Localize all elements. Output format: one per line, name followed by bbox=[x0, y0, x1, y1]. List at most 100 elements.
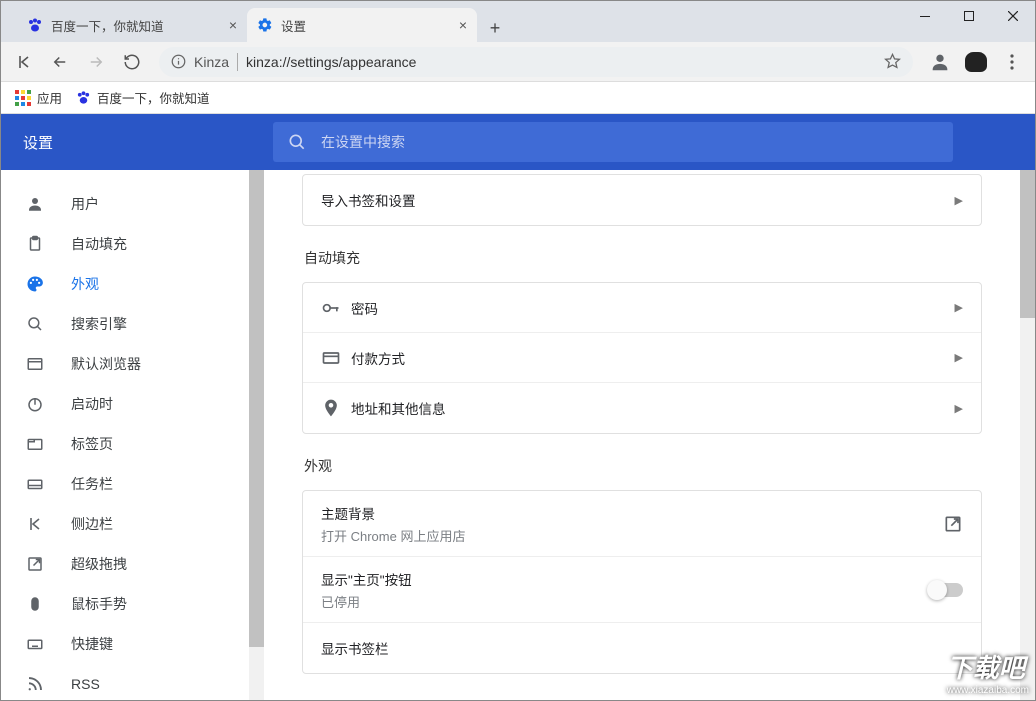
tab-title: 设置 bbox=[281, 16, 306, 35]
card-icon bbox=[321, 348, 351, 368]
sidebar-label: 外观 bbox=[71, 274, 99, 294]
row-address[interactable]: 地址和其他信息 ▶ bbox=[303, 383, 981, 433]
sidebar-label: 自动填充 bbox=[71, 234, 127, 254]
settings-search-input[interactable] bbox=[321, 134, 939, 150]
close-button[interactable] bbox=[991, 1, 1035, 31]
sidebar-label: 任务栏 bbox=[71, 474, 113, 494]
section-title-autofill: 自动填充 bbox=[304, 248, 982, 268]
baidu-paw-icon bbox=[27, 17, 43, 33]
close-icon[interactable]: × bbox=[459, 17, 467, 33]
profile-avatar[interactable] bbox=[925, 47, 955, 77]
reload-button[interactable] bbox=[117, 47, 147, 77]
baidu-paw-icon bbox=[76, 90, 91, 105]
sidebar-label: 默认浏览器 bbox=[71, 354, 141, 374]
key-icon bbox=[321, 298, 351, 318]
row-label: 密码 bbox=[351, 298, 378, 318]
apps-shortcut[interactable]: 应用 bbox=[15, 88, 62, 107]
section-title-appearance: 外观 bbox=[304, 456, 982, 476]
bookmarks-bar: 应用 百度一下，你就知道 bbox=[1, 82, 1035, 114]
tab-settings[interactable]: 设置 × bbox=[247, 8, 477, 42]
sidebar-label: 快捷键 bbox=[71, 634, 113, 654]
content-scrollbar[interactable] bbox=[1020, 170, 1035, 700]
sidebar-label: 启动时 bbox=[71, 394, 113, 414]
tab-baidu[interactable]: 百度一下，你就知道 × bbox=[17, 8, 247, 42]
sidebar-item-tabs[interactable]: 标签页 bbox=[1, 424, 249, 464]
sidebar-item-sidebar[interactable]: 侧边栏 bbox=[1, 504, 249, 544]
row-home-button[interactable]: 显示"主页"按钮 已停用 bbox=[303, 557, 981, 623]
person-icon bbox=[25, 195, 45, 213]
sidebar-label: 标签页 bbox=[71, 434, 113, 454]
sidebar-item-search[interactable]: 搜索引擎 bbox=[1, 304, 249, 344]
sidebar-item-rss[interactable]: RSS bbox=[1, 664, 249, 700]
tab-title: 百度一下，你就知道 bbox=[51, 16, 164, 35]
left-arrow-bar-icon bbox=[25, 516, 45, 532]
settings-search[interactable] bbox=[273, 122, 953, 162]
bookmark-star-icon[interactable] bbox=[884, 53, 901, 70]
row-label: 主题背景 bbox=[321, 503, 465, 523]
row-label: 地址和其他信息 bbox=[351, 398, 446, 418]
forward-button[interactable] bbox=[81, 47, 111, 77]
menu-button[interactable] bbox=[997, 47, 1027, 77]
row-theme[interactable]: 主题背景 打开 Chrome 网上应用店 bbox=[303, 491, 981, 557]
external-link-icon bbox=[943, 514, 963, 534]
row-label: 付款方式 bbox=[351, 348, 405, 368]
row-passwords[interactable]: 密码 ▶ bbox=[303, 283, 981, 333]
row-payment[interactable]: 付款方式 ▶ bbox=[303, 333, 981, 383]
sidebar-item-user[interactable]: 用户 bbox=[1, 184, 249, 224]
go-first-button[interactable] bbox=[9, 47, 39, 77]
omnibox-url: kinza://settings/appearance bbox=[246, 54, 416, 70]
row-import-bookmarks[interactable]: 导入书签和设置 ▶ bbox=[303, 175, 981, 225]
sidebar-item-appearance[interactable]: 外观 bbox=[1, 264, 249, 304]
sidebar-item-startup[interactable]: 启动时 bbox=[1, 384, 249, 424]
omnibox[interactable]: Kinza kinza://settings/appearance bbox=[159, 47, 913, 77]
chevron-right-icon: ▶ bbox=[955, 301, 963, 314]
close-icon[interactable]: × bbox=[229, 17, 237, 33]
settings-sidebar: 用户 自动填充 外观 搜索引擎 默认浏览器 启动时 标签页 任务栏 侧边栏 超级… bbox=[1, 170, 249, 700]
page-title: 设置 bbox=[23, 132, 273, 153]
apps-grid-icon bbox=[15, 90, 31, 106]
main-area: 用户 自动填充 外观 搜索引擎 默认浏览器 启动时 标签页 任务栏 侧边栏 超级… bbox=[1, 170, 1035, 700]
extension-cat-icon[interactable] bbox=[961, 47, 991, 77]
mouse-icon bbox=[25, 595, 45, 613]
row-bookmark-bar[interactable]: 显示书签栏 bbox=[303, 623, 981, 673]
maximize-button[interactable] bbox=[947, 1, 991, 31]
rss-icon bbox=[25, 675, 45, 693]
minimize-button[interactable] bbox=[903, 1, 947, 31]
bookmark-baidu[interactable]: 百度一下，你就知道 bbox=[76, 88, 210, 107]
clipboard-icon bbox=[25, 235, 45, 253]
sidebar-item-shortcut[interactable]: 快捷键 bbox=[1, 624, 249, 664]
sidebar-label: 搜索引擎 bbox=[71, 314, 127, 334]
bookmark-label: 百度一下，你就知道 bbox=[97, 88, 210, 107]
sidebar-label: 用户 bbox=[71, 194, 99, 214]
sidebar-label: RSS bbox=[71, 676, 100, 692]
search-icon bbox=[25, 315, 45, 333]
browser-icon bbox=[25, 355, 45, 373]
sidebar-item-autofill[interactable]: 自动填充 bbox=[1, 224, 249, 264]
settings-content: 导入书签和设置 ▶ 自动填充 密码 ▶ 付款方式 ▶ bbox=[264, 170, 1020, 700]
sidebar-label: 侧边栏 bbox=[71, 514, 113, 534]
toggle-switch[interactable] bbox=[929, 583, 963, 597]
chevron-right-icon: ▶ bbox=[955, 402, 963, 415]
sidebar-item-mouse[interactable]: 鼠标手势 bbox=[1, 584, 249, 624]
chevron-right-icon: ▶ bbox=[955, 351, 963, 364]
back-button[interactable] bbox=[45, 47, 75, 77]
tab-icon bbox=[25, 435, 45, 453]
row-sublabel: 打开 Chrome 网上应用店 bbox=[321, 526, 465, 545]
row-label: 显示书签栏 bbox=[321, 638, 389, 658]
apps-label: 应用 bbox=[37, 88, 62, 107]
new-tab-button[interactable]: + bbox=[481, 14, 509, 42]
sidebar-item-drag[interactable]: 超级拖拽 bbox=[1, 544, 249, 584]
keyboard-icon bbox=[25, 635, 45, 653]
window-controls bbox=[903, 1, 1035, 31]
sidebar-item-taskbar[interactable]: 任务栏 bbox=[1, 464, 249, 504]
sidebar-label: 鼠标手势 bbox=[71, 594, 127, 614]
row-sublabel: 已停用 bbox=[321, 592, 412, 611]
site-info-icon[interactable] bbox=[171, 54, 186, 69]
location-icon bbox=[321, 398, 351, 418]
sidebar-scrollbar[interactable] bbox=[249, 170, 264, 700]
row-label: 导入书签和设置 bbox=[321, 190, 416, 210]
row-label: 显示"主页"按钮 bbox=[321, 569, 412, 589]
gear-icon bbox=[257, 17, 273, 33]
window-titlebar: 百度一下，你就知道 × 设置 × + bbox=[1, 1, 1035, 42]
sidebar-item-browser[interactable]: 默认浏览器 bbox=[1, 344, 249, 384]
